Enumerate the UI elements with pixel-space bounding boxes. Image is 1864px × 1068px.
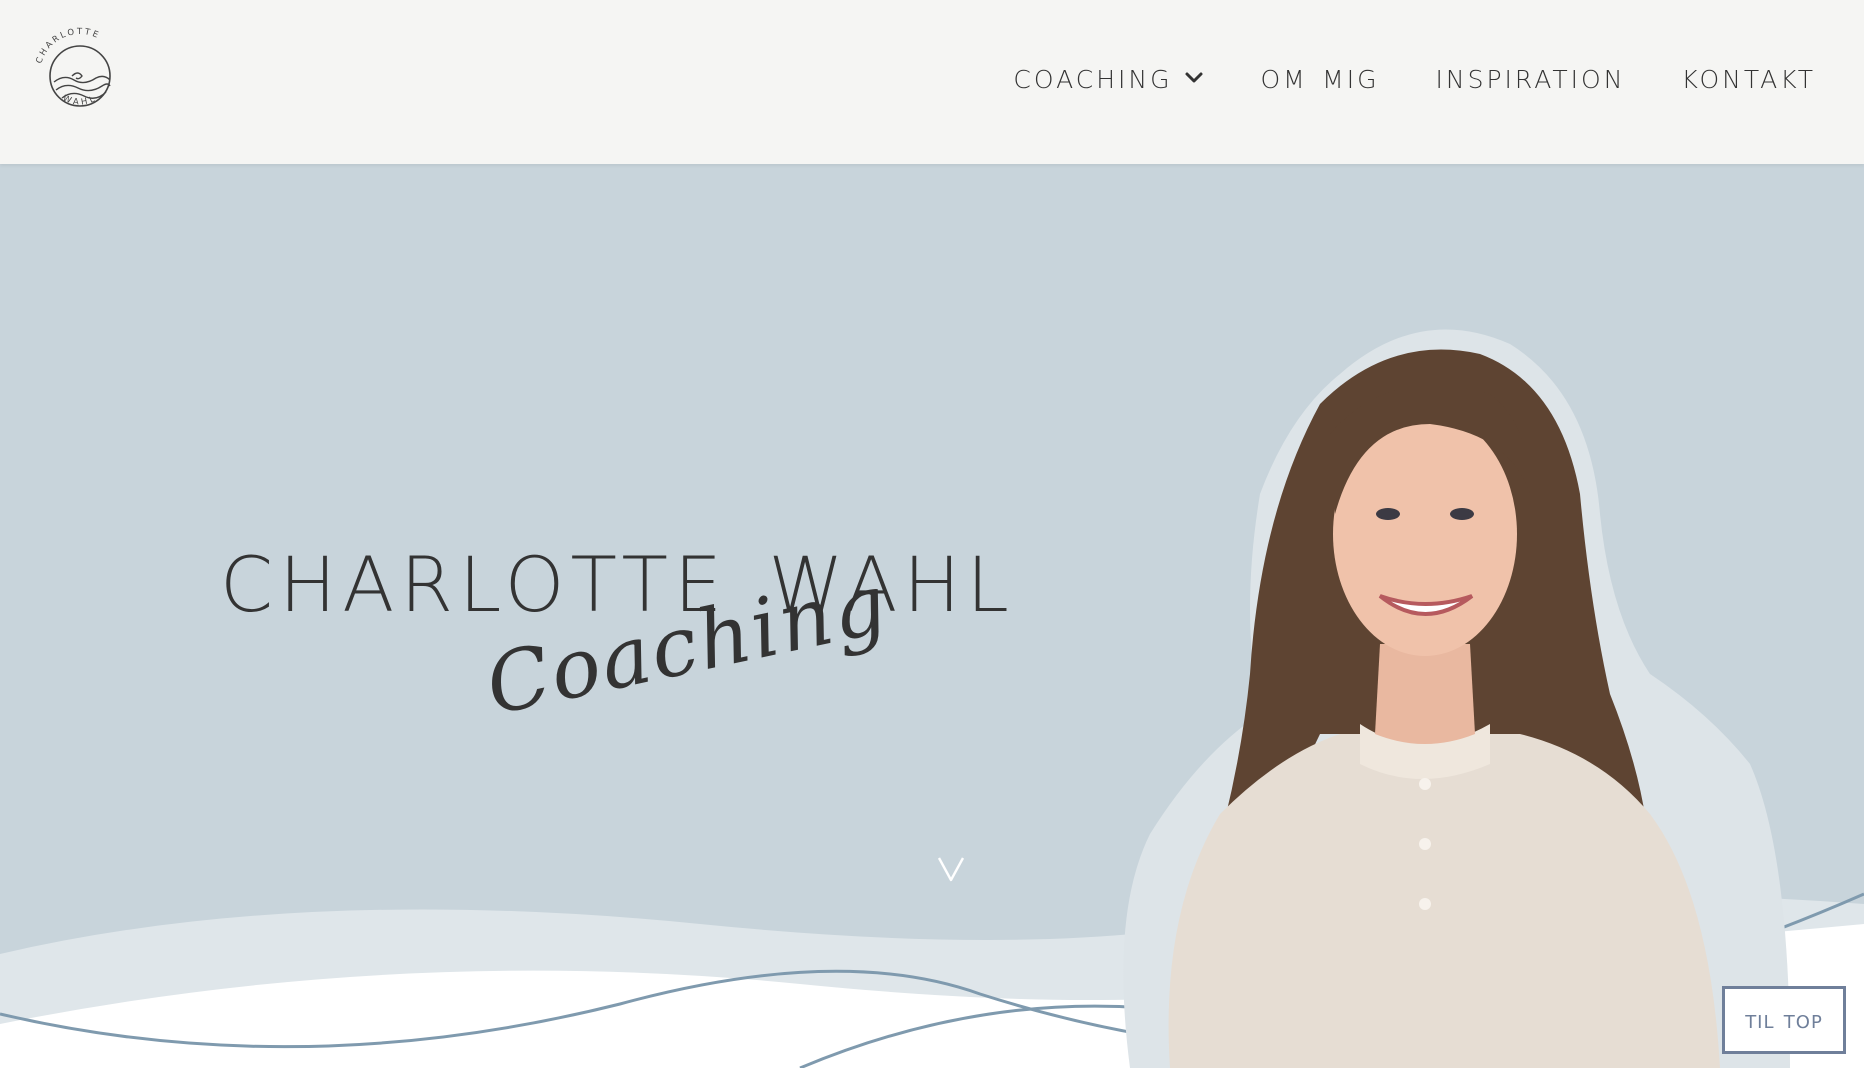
nav-item-label: Coaching [1013, 56, 1173, 97]
til-top-button[interactable]: Til top [1722, 986, 1846, 1054]
chevron-down-icon [1185, 72, 1203, 82]
nav-item-coaching[interactable]: Coaching [1013, 56, 1204, 97]
main-nav: Coaching Om mig Inspiration Kontakt [957, 56, 1816, 97]
logo-text-bottom: WAHL [61, 93, 96, 107]
nav-item-label: Inspiration [1435, 56, 1626, 97]
logo[interactable]: CHARLOTTE WAHL [26, 20, 134, 128]
nav-item-label: Om mig [1260, 56, 1380, 97]
nav-item-label: Kontakt [1681, 56, 1816, 97]
scroll-down-icon[interactable] [934, 852, 968, 886]
nav-item-kontakt[interactable]: Kontakt [1681, 56, 1816, 97]
hero-section: Charlotte Wahl Coaching [0, 164, 1864, 1068]
nav-item-inspiration[interactable]: Inspiration [1436, 56, 1626, 97]
site-header: CHARLOTTE WAHL Coaching Om mig Inspirati… [0, 0, 1864, 164]
nav-item-om-mig[interactable]: Om mig [1260, 56, 1379, 97]
logo-text-top: CHARLOTTE [34, 27, 99, 65]
portrait-image [1123, 329, 1790, 1068]
wave-circle-logo-icon: CHARLOTTE WAHL [34, 27, 111, 108]
svg-text:WAHL: WAHL [61, 93, 99, 107]
svg-text:CHARLOTTE: CHARLOTTE [34, 27, 101, 65]
